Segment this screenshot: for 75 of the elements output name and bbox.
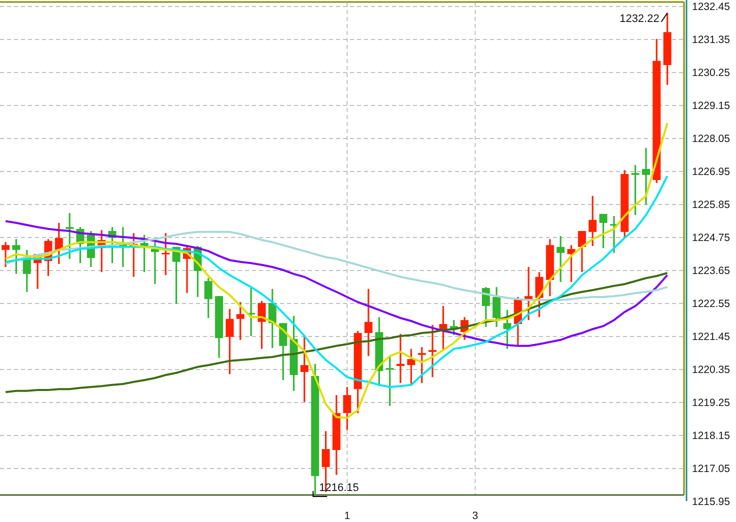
candlestick: [482, 287, 490, 327]
candlestick: [66, 213, 74, 259]
candlestick: [204, 278, 212, 318]
price-axis-label: 1215.95: [692, 496, 730, 508]
candlestick: [524, 267, 533, 320]
candlestick: [514, 297, 522, 346]
price-axis-label: 1231.35: [692, 34, 730, 46]
price-axis-label: 1223.65: [692, 265, 730, 277]
candlestick: [76, 227, 84, 264]
candlestick: [567, 245, 576, 282]
candlestick: [183, 246, 191, 294]
candlestick: [407, 348, 416, 384]
candlestick: [642, 148, 650, 205]
candlestick: [343, 387, 352, 430]
candlestick: [364, 288, 372, 356]
price-axis-label: 1230.25: [692, 67, 730, 79]
candlestick: [215, 296, 224, 358]
candlestick: [86, 231, 95, 267]
candlestick: [396, 334, 404, 384]
candlestick: [418, 347, 426, 384]
candlestick: [140, 234, 148, 272]
candlestick: [631, 165, 640, 216]
candlestick: [151, 242, 159, 284]
price-axis-label: 1229.15: [692, 100, 730, 112]
leader-line: [660, 12, 668, 22]
candlestick: [546, 239, 554, 296]
price-axis-label: 1224.75: [692, 232, 730, 244]
candlestick: [54, 222, 63, 264]
price-axis-label: 1217.05: [692, 463, 730, 475]
candlestick: [2, 242, 10, 267]
candlestick: [226, 309, 234, 374]
candlestick: [12, 239, 20, 274]
price-axis-label: 1218.15: [692, 430, 730, 442]
candlestick: [450, 320, 458, 336]
price-axis-label: 1232.45: [692, 1, 730, 13]
time-axis-label: 1: [344, 510, 350, 522]
candlestick: [300, 335, 308, 402]
candlestick: [620, 170, 629, 238]
candlestick: [172, 246, 180, 304]
time-axis-label: 3: [472, 510, 478, 522]
candlestick: [98, 230, 106, 272]
candlestick: [578, 231, 586, 272]
candlestick: [258, 300, 266, 349]
candlestick: [162, 233, 170, 276]
candlestick: [439, 306, 448, 350]
price-axis-label: 1221.45: [692, 331, 730, 343]
candlestick: [375, 317, 384, 386]
candlestick: [535, 272, 544, 318]
candlestick: [22, 250, 31, 292]
candlestick: [492, 287, 501, 327]
price-axis-label: 1225.85: [692, 199, 730, 211]
price-axis-label: 1228.05: [692, 133, 730, 145]
candlestick: [610, 216, 618, 253]
price-axis-label: 1226.95: [692, 166, 730, 178]
price-axis-label: 1219.25: [692, 397, 730, 409]
high-price-label: 1232.22: [620, 12, 660, 25]
candlestick: [247, 288, 256, 336]
candlestick: [503, 310, 512, 349]
candlestick: [108, 227, 116, 264]
candlestick: [118, 227, 127, 267]
candlestick: [428, 324, 436, 378]
price-axis-label: 1220.35: [692, 364, 730, 376]
candlestick: [460, 317, 469, 340]
candlestick: [588, 196, 597, 246]
candlestick: [386, 356, 394, 406]
candlestick: [44, 239, 52, 276]
candlestick: [599, 214, 608, 248]
candlestick: [556, 236, 565, 282]
candlestick: [279, 323, 288, 380]
candlestick: [130, 233, 138, 277]
candlestick: [34, 254, 42, 289]
candlestick: [236, 302, 244, 340]
candlestick: [268, 288, 276, 348]
price-axis-label: 1222.55: [692, 298, 730, 310]
candlestick: [194, 246, 202, 297]
